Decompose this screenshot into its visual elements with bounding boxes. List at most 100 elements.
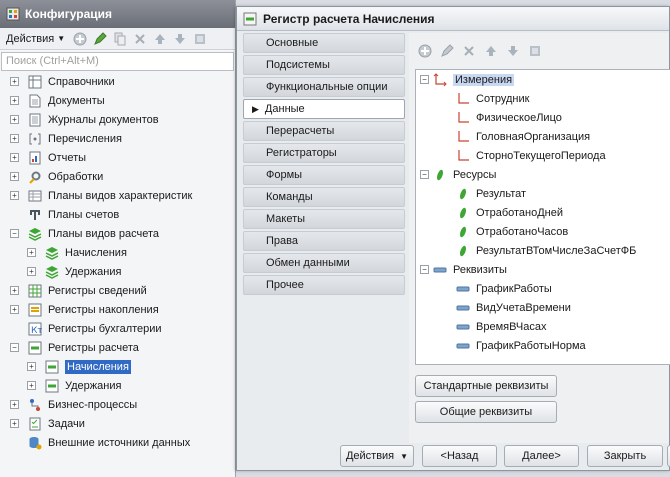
tab[interactable]: Регистраторы	[243, 143, 405, 163]
metadata-item[interactable]: РезультатВТомЧислеЗаСчетФБ	[416, 241, 670, 260]
collapse-icon[interactable]: −	[420, 170, 429, 179]
sort-icon[interactable]	[527, 43, 543, 59]
close-button[interactable]: Закрыть	[587, 445, 663, 467]
delete-icon[interactable]	[461, 43, 477, 59]
tree-item-label: Справочники	[48, 75, 115, 88]
common-attributes-button[interactable]: Общие реквизиты	[415, 401, 557, 423]
sort-icon[interactable]	[192, 31, 208, 47]
tab-label: Функциональные опции	[266, 81, 388, 93]
tree-item[interactable]: + Справочники	[0, 72, 235, 91]
move-up-icon[interactable]	[483, 43, 499, 59]
expand-icon[interactable]: +	[10, 153, 19, 162]
expand-icon[interactable]: +	[10, 286, 19, 295]
metadata-item[interactable]: ГрафикРаботы	[416, 279, 670, 298]
move-down-icon[interactable]	[172, 31, 188, 47]
tree-item[interactable]: − Планы видов расчета	[0, 224, 235, 243]
metadata-item[interactable]: ФизическоеЛицо	[416, 108, 670, 127]
tab[interactable]: Формы	[243, 165, 405, 185]
metadata-group[interactable]: − Измерения	[416, 70, 670, 89]
actions-menu-button[interactable]: Действия ▼	[3, 32, 68, 46]
back-button[interactable]: <Назад	[422, 445, 497, 467]
footer-actions-button[interactable]: Действия ▼	[340, 445, 414, 467]
tree-item[interactable]: + Регистры накопления	[0, 300, 235, 319]
tab[interactable]: Прочее	[243, 275, 405, 295]
metadata-group[interactable]: − Ресурсы	[416, 165, 670, 184]
add-icon[interactable]	[72, 31, 88, 47]
search-input[interactable]: Поиск (Ctrl+Alt+M)	[1, 52, 234, 71]
tab[interactable]: Основные	[243, 33, 405, 53]
tree-item[interactable]: + Удержания	[0, 376, 235, 395]
tree-item[interactable]: + Журналы документов	[0, 110, 235, 129]
metadata-item[interactable]: Результат	[416, 184, 670, 203]
expand-icon[interactable]: +	[27, 248, 36, 257]
delete-icon[interactable]	[132, 31, 148, 47]
tab[interactable]: Перерасчеты	[243, 121, 405, 141]
configuration-title: Конфигурация	[25, 7, 113, 21]
tree-item[interactable]: + Начисления	[0, 243, 235, 262]
tree-item-label: Начисления	[65, 246, 127, 259]
tree-item[interactable]: + Документы	[0, 91, 235, 110]
metadata-item[interactable]: ГоловнаяОрганизация	[416, 127, 670, 146]
collapse-icon[interactable]: −	[10, 343, 19, 352]
tree-item[interactable]: Планы счетов	[0, 205, 235, 224]
collapse-icon[interactable]: −	[420, 75, 429, 84]
metadata-item[interactable]: Сотрудник	[416, 89, 670, 108]
tab[interactable]: Функциональные опции	[243, 77, 405, 97]
tree-item[interactable]: + Перечисления	[0, 129, 235, 148]
tree-item[interactable]: + Регистры сведений	[0, 281, 235, 300]
expand-icon[interactable]: +	[10, 96, 19, 105]
tree-item[interactable]: + Задачи	[0, 414, 235, 433]
expand-icon[interactable]: +	[10, 77, 19, 86]
tab[interactable]: ▶ Данные	[243, 99, 405, 119]
metadata-item[interactable]: ОтработаноДней	[416, 203, 670, 222]
add-icon[interactable]	[417, 43, 433, 59]
edit-icon[interactable]	[92, 31, 108, 47]
expand-icon[interactable]: +	[10, 419, 19, 428]
calculation-register-icon	[44, 378, 60, 394]
move-up-icon[interactable]	[152, 31, 168, 47]
metadata-item-label: ФизическоеЛицо	[476, 111, 562, 124]
copy-icon[interactable]	[112, 31, 128, 47]
tree-item[interactable]: + Удержания	[0, 262, 235, 281]
collapse-icon[interactable]: −	[420, 265, 429, 274]
tree-item[interactable]: + Начисления	[0, 357, 235, 376]
expand-icon[interactable]: +	[10, 115, 19, 124]
standard-attributes-button[interactable]: Стандартные реквизиты	[415, 375, 557, 397]
tree-item[interactable]: − Регистры расчета	[0, 338, 235, 357]
metadata-item[interactable]: ОтработаноЧасов	[416, 222, 670, 241]
tab[interactable]: Права	[243, 231, 405, 251]
expand-icon[interactable]: +	[10, 305, 19, 314]
expand-icon[interactable]: +	[10, 191, 19, 200]
attribute-icon	[456, 320, 470, 334]
tab[interactable]: Обмен данными	[243, 253, 405, 273]
document-icon	[27, 93, 43, 109]
move-down-icon[interactable]	[505, 43, 521, 59]
metadata-group[interactable]: − Реквизиты	[416, 260, 670, 279]
tab[interactable]: Команды	[243, 187, 405, 207]
edit-icon[interactable]	[439, 43, 455, 59]
metadata-item[interactable]: ВидУчетаВремени	[416, 298, 670, 317]
tab[interactable]: Макеты	[243, 209, 405, 229]
tab-label: Команды	[266, 191, 313, 203]
tree-item[interactable]: + Бизнес-процессы	[0, 395, 235, 414]
expand-icon[interactable]: +	[10, 172, 19, 181]
expand-icon[interactable]: +	[27, 267, 36, 276]
tree-item[interactable]: Кт Регистры бухгалтерии	[0, 319, 235, 338]
metadata-item[interactable]: ВремяВЧасах	[416, 317, 670, 336]
tree-item[interactable]: + Обработки	[0, 167, 235, 186]
expand-icon[interactable]: +	[27, 381, 36, 390]
tab[interactable]: Подсистемы	[243, 55, 405, 75]
next-button[interactable]: Далее>	[504, 445, 579, 467]
collapse-icon[interactable]: −	[10, 229, 19, 238]
expand-icon[interactable]: +	[10, 400, 19, 409]
configuration-tree: + Справочники + Документы + Журналы документо…	[0, 72, 235, 452]
metadata-item[interactable]: ГрафикРаботыНорма	[416, 336, 670, 355]
expand-icon[interactable]: +	[10, 134, 19, 143]
expand-icon[interactable]: +	[27, 362, 36, 371]
tree-item[interactable]: + Отчеты	[0, 148, 235, 167]
metadata-item-label: ВремяВЧасах	[476, 320, 547, 333]
metadata-item[interactable]: СторноТекущегоПериода	[416, 146, 670, 165]
tree-item[interactable]: + Планы видов характеристик	[0, 186, 235, 205]
tree-item[interactable]: Внешние источники данных	[0, 433, 235, 452]
